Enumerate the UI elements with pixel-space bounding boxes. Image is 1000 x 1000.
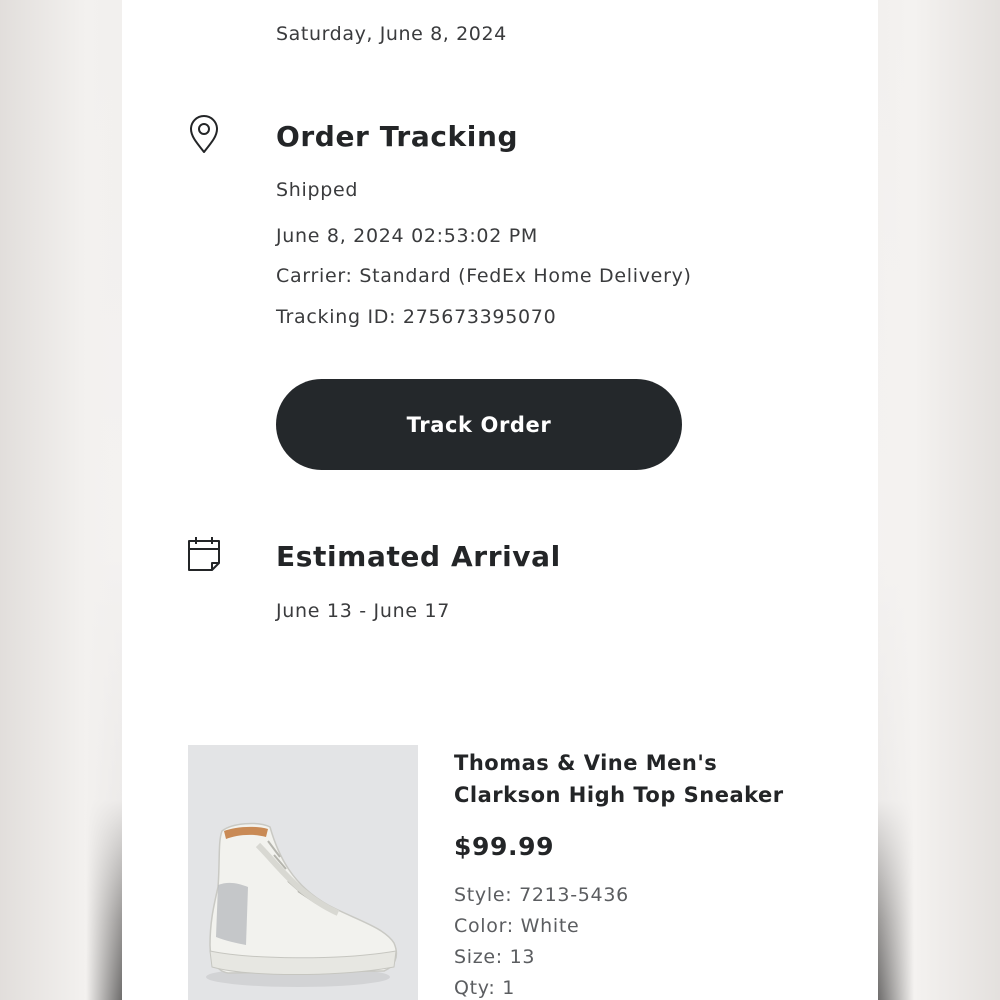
tracking-status: Shipped — [276, 179, 359, 201]
track-order-button[interactable]: Track Order — [276, 379, 682, 470]
calendar-icon — [186, 534, 222, 574]
map-pin-icon — [186, 114, 222, 154]
tracking-id: Tracking ID: 275673395070 — [276, 306, 557, 328]
order-details-panel[interactable]: Saturday, June 8, 2024 Order Tracking Sh… — [122, 0, 878, 1000]
tracking-timestamp: June 8, 2024 02:53:02 PM — [276, 225, 539, 247]
sneaker-image — [206, 822, 398, 987]
order-tracking-title: Order Tracking — [276, 120, 519, 153]
tracking-carrier: Carrier: Standard (FedEx Home Delivery) — [276, 265, 692, 287]
estimated-arrival-range: June 13 - June 17 — [276, 600, 451, 622]
product-qty: Qty: 1 — [454, 977, 515, 999]
product-name[interactable]: Thomas & Vine Men's Clarkson High Top Sn… — [454, 747, 784, 811]
product-style: Style: 7213-5436 — [454, 884, 629, 906]
estimated-arrival-title: Estimated Arrival — [276, 540, 561, 573]
product-price: $99.99 — [454, 832, 555, 861]
background-blur-left — [0, 0, 140, 1000]
order-date: Saturday, June 8, 2024 — [276, 23, 507, 45]
product-image[interactable] — [188, 745, 418, 1000]
product-size: Size: 13 — [454, 946, 536, 968]
background-blur-right — [860, 0, 1000, 1000]
product-color: Color: White — [454, 915, 580, 937]
